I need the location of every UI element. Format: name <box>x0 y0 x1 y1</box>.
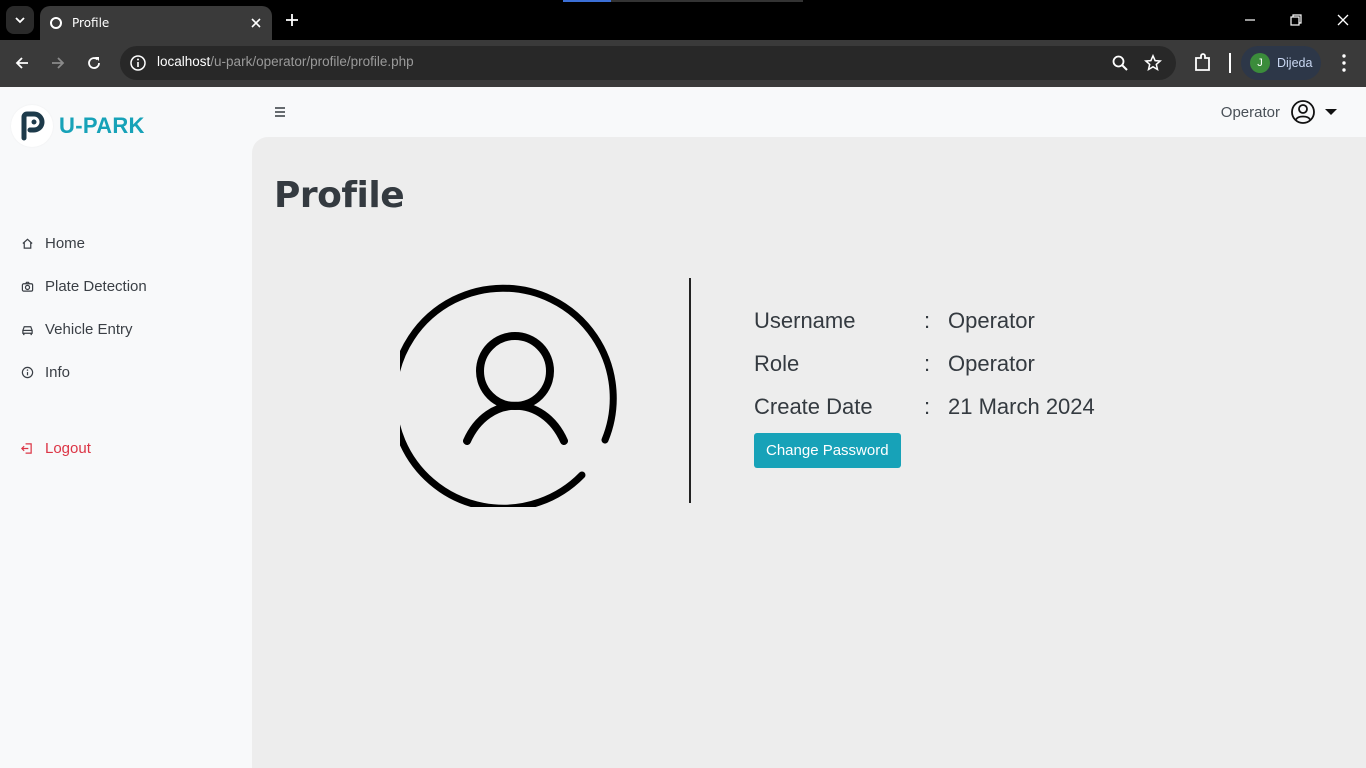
sidebar: U-PARK Home Plate Detection Vehicle Entr… <box>0 87 252 768</box>
url-host: localhost <box>157 54 211 69</box>
zoom-icon[interactable] <box>1111 54 1129 72</box>
forward-button[interactable] <box>47 52 69 74</box>
address-bar[interactable]: localhost/u-park/operator/profile/profil… <box>120 46 1176 80</box>
restore-button[interactable] <box>1284 8 1308 32</box>
brand-link[interactable]: U-PARK <box>11 105 145 147</box>
tab-search-button[interactable] <box>6 6 34 34</box>
user-circle-icon <box>1291 100 1315 124</box>
tab-title: Profile <box>72 16 110 30</box>
close-icon <box>251 18 261 28</box>
reload-button[interactable] <box>83 52 105 74</box>
profile-row-role: Role : Operator <box>754 342 1095 385</box>
kebab-menu-icon[interactable] <box>1333 52 1355 74</box>
profile-row-username: Username : Operator <box>754 299 1095 342</box>
logout-link[interactable]: Logout <box>20 427 91 470</box>
minimize-icon <box>1245 19 1255 21</box>
field-value: Operator <box>948 307 1035 333</box>
field-separator: : <box>924 350 931 376</box>
profile-row-create-date: Create Date : 21 March 2024 <box>754 385 1095 428</box>
field-separator: : <box>924 307 931 333</box>
field-value: 21 March 2024 <box>948 393 1095 419</box>
sidebar-item-label: Plate Detection <box>45 278 147 295</box>
sidebar-item-home[interactable]: Home <box>20 222 240 265</box>
arrow-left-icon <box>15 57 28 69</box>
home-icon <box>20 237 34 251</box>
logout-icon <box>20 442 34 456</box>
page-title: Profile <box>274 175 405 216</box>
reload-icon <box>88 57 100 69</box>
url-text: localhost/u-park/operator/profile/profil… <box>157 54 414 69</box>
field-value: Operator <box>948 350 1035 376</box>
bookmark-star-icon[interactable] <box>1144 54 1162 72</box>
chevron-down-icon <box>15 17 25 24</box>
sidebar-item-info[interactable]: Info <box>20 351 240 394</box>
sidebar-item-label: Vehicle Entry <box>45 321 133 338</box>
user-name: Operator <box>1220 103 1280 121</box>
main-content: Profile Username : Operator Role : Opera… <box>252 137 1366 768</box>
back-button[interactable] <box>11 52 33 74</box>
browser-toolbar: localhost/u-park/operator/profile/profil… <box>0 40 1366 87</box>
profile-name: Dijeda <box>1277 56 1313 70</box>
sidebar-item-label: Info <box>45 364 71 381</box>
profile-details: Username : Operator Role : Operator Crea… <box>754 299 1095 428</box>
url-path: /u-park/operator/profile/profile.php <box>210 54 414 69</box>
p-logo-icon <box>21 111 45 141</box>
hamburger-menu-icon[interactable] <box>274 105 286 119</box>
top-navbar: Operator <box>252 87 1366 137</box>
browser-profile-button[interactable]: J Dijeda <box>1241 46 1321 80</box>
tab-loading-indicator <box>563 0 803 2</box>
sidebar-item-plate-detection[interactable]: Plate Detection <box>20 265 240 308</box>
close-window-button[interactable] <box>1331 8 1355 32</box>
user-avatar-icon <box>400 284 617 507</box>
arrow-right-icon <box>52 57 65 69</box>
field-label: Username <box>754 307 856 333</box>
logo <box>11 105 53 147</box>
minimize-button[interactable] <box>1238 8 1262 32</box>
car-icon <box>20 323 34 337</box>
restore-icon <box>1290 14 1302 26</box>
toolbar-divider <box>1229 53 1231 73</box>
field-separator: : <box>924 393 931 419</box>
info-icon <box>20 366 34 380</box>
sidebar-item-vehicle-entry[interactable]: Vehicle Entry <box>20 308 240 351</box>
close-icon <box>1337 14 1349 26</box>
brand-name: U-PARK <box>59 113 145 138</box>
logout-label: Logout <box>45 440 91 457</box>
new-tab-button[interactable] <box>282 10 302 30</box>
web-page: U-PARK Home Plate Detection Vehicle Entr… <box>0 87 1366 768</box>
tab-profile[interactable]: Profile <box>40 6 272 40</box>
field-label: Role <box>754 350 800 376</box>
vertical-divider <box>689 278 691 503</box>
camera-icon <box>20 280 34 294</box>
close-tab-button[interactable] <box>246 13 266 33</box>
caret-down-icon <box>1325 109 1337 115</box>
sidebar-nav: Home Plate Detection Vehicle Entry Info <box>20 222 240 394</box>
avatar: J <box>1250 53 1270 73</box>
plus-icon <box>286 14 298 26</box>
browser-tab-strip: Profile <box>0 0 1366 40</box>
user-menu-dropdown[interactable]: Operator <box>1221 99 1338 125</box>
site-info-icon[interactable] <box>129 54 147 72</box>
extensions-icon[interactable] <box>1192 52 1214 74</box>
field-label: Create Date <box>754 393 873 419</box>
sidebar-item-label: Home <box>45 235 86 252</box>
favicon-icon <box>50 17 62 29</box>
change-password-button[interactable]: Change Password <box>754 433 901 468</box>
